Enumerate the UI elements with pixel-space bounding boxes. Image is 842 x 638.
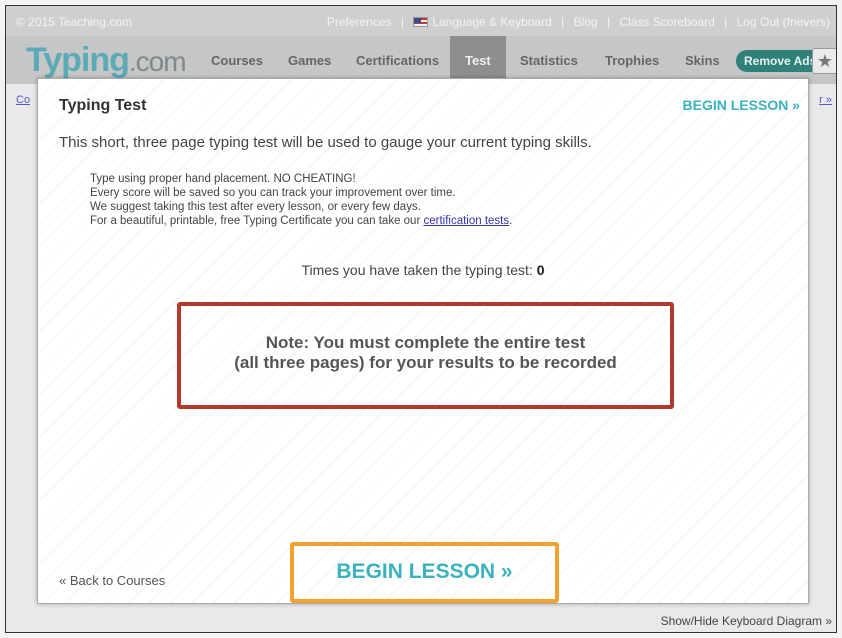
logout-link[interactable]: Log Out (fnevers) [737, 15, 830, 29]
nav-skins[interactable]: Skins [685, 53, 720, 68]
background-link[interactable]: r » [819, 94, 832, 106]
main-nav: Typing.com Courses Games Certifications … [6, 36, 836, 84]
star-icon[interactable]: ★ [812, 48, 836, 74]
nav-trophies[interactable]: Trophies [605, 53, 659, 68]
typing-test-modal: Typing Test BEGIN LESSON » This short, t… [37, 78, 809, 604]
nav-certifications[interactable]: Certifications [356, 53, 439, 68]
nav-games[interactable]: Games [288, 53, 331, 68]
completion-note: Note: You must complete the entire test … [177, 302, 674, 409]
remove-ads-button[interactable]: Remove Ads [736, 50, 825, 72]
modal-title: Typing Test [59, 97, 147, 114]
rules-list: Type using proper hand placement. NO CHE… [90, 172, 512, 228]
rule-line: Every score will be saved so you can tra… [90, 187, 456, 199]
language-keyboard-link[interactable]: Language & Keyboard [432, 15, 551, 29]
top-bar: © 2015 Teaching.com Preferences | Langua… [6, 6, 836, 36]
back-to-courses-link[interactable]: « Back to Courses [59, 573, 165, 588]
times-taken: Times you have taken the typing test: 0 [301, 262, 545, 278]
intro-text: This short, three page typing test will … [59, 134, 592, 151]
class-scoreboard-link[interactable]: Class Scoreboard [619, 15, 714, 29]
copyright: © 2015 Teaching.com [16, 15, 133, 29]
begin-lesson-top-button[interactable]: BEGIN LESSON » [683, 97, 800, 113]
preferences-link[interactable]: Preferences [327, 15, 392, 29]
breadcrumb[interactable]: Co [16, 94, 30, 106]
us-flag-icon [413, 17, 429, 27]
keyboard-diagram-toggle[interactable]: Show/Hide Keyboard Diagram » [661, 614, 832, 628]
times-taken-count: 0 [536, 262, 545, 278]
rule-line: Type using proper hand placement. NO CHE… [90, 173, 356, 185]
logo[interactable]: Typing.com [26, 41, 187, 80]
certification-tests-link[interactable]: certification tests [423, 215, 509, 227]
nav-courses[interactable]: Courses [211, 53, 263, 68]
begin-lesson-button[interactable]: BEGIN LESSON » [290, 542, 559, 603]
nav-test[interactable]: Test [450, 36, 506, 84]
top-links: Preferences | Language & Keyboard | Blog… [326, 15, 830, 29]
nav-statistics[interactable]: Statistics [520, 53, 578, 68]
rule-line-certificate: For a beautiful, printable, free Typing … [90, 215, 513, 227]
rule-line: We suggest taking this test after every … [90, 201, 421, 213]
blog-link[interactable]: Blog [574, 15, 598, 29]
